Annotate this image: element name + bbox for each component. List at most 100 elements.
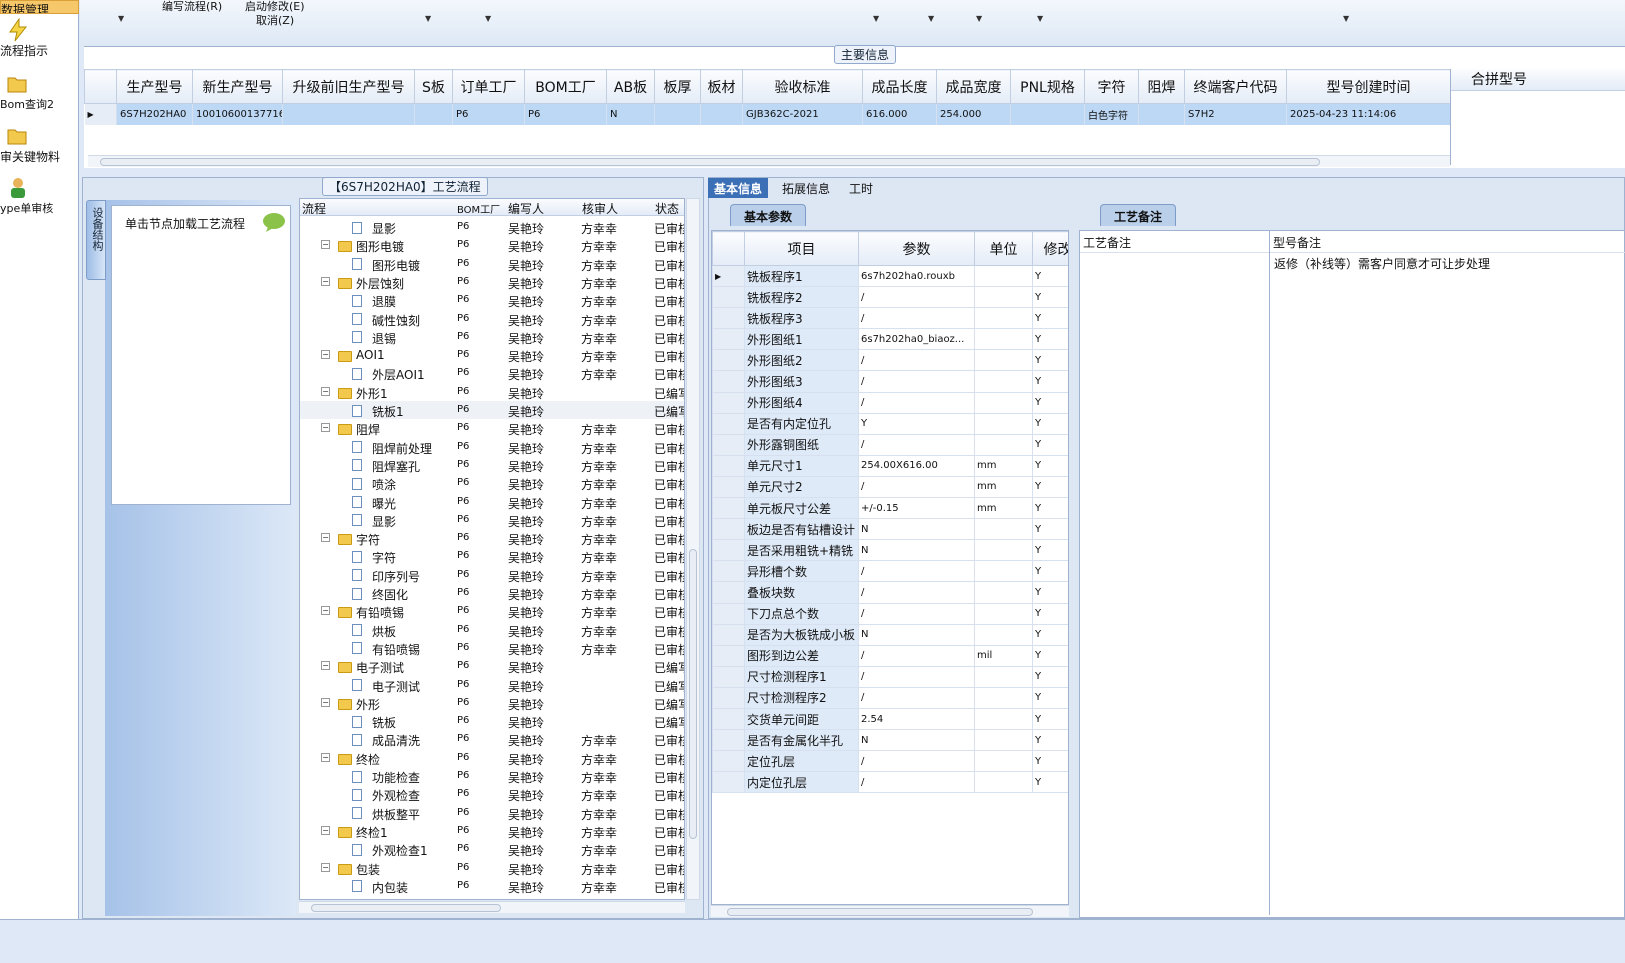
row-indicator[interactable]: ▶ (84, 103, 117, 125)
row-indicator[interactable] (712, 686, 745, 709)
grid-cell[interactable] (654, 103, 701, 125)
param-cell[interactable]: Y (1032, 307, 1068, 330)
col-header[interactable]: 参数 (858, 231, 975, 266)
param-cell[interactable] (974, 370, 1033, 393)
collapse-icon[interactable]: − (321, 862, 330, 872)
param-cell[interactable]: Y (1032, 560, 1068, 583)
tree-row[interactable]: 显影 P6 吴艳玲 方幸幸 已审核 (300, 511, 684, 529)
collapse-icon[interactable]: − (321, 423, 330, 433)
collapse-icon[interactable]: − (321, 661, 330, 671)
collapse-icon[interactable]: − (321, 240, 330, 250)
param-row[interactable]: 下刀点总个数 / Y (712, 602, 1068, 625)
tree-hscrollbar[interactable] (299, 901, 685, 913)
param-cell[interactable]: 外形图纸2 (744, 349, 859, 372)
param-cell[interactable]: Y (1032, 729, 1068, 752)
param-row[interactable]: 异形槽个数 / Y (712, 560, 1068, 583)
param-cell[interactable]: / (858, 560, 975, 583)
row-indicator[interactable] (712, 454, 745, 477)
col-header[interactable]: 项目 (744, 231, 859, 266)
param-cell[interactable]: / (858, 644, 975, 667)
param-cell[interactable]: 是否有金属化半孔 (744, 729, 859, 752)
tab-basic-params[interactable]: 基本参数 (730, 204, 806, 226)
tree-row[interactable]: − 有铅喷锡 P6 吴艳玲 方幸幸 已审核 (300, 602, 684, 620)
grid-cell[interactable]: 6S7H202HA0 (116, 103, 193, 125)
grid-cell[interactable] (414, 103, 453, 125)
param-cell[interactable]: Y (1032, 391, 1068, 414)
main-hscrollbar[interactable] (88, 155, 1450, 167)
param-cell[interactable]: 定位孔层 (744, 750, 859, 773)
param-row[interactable]: 是否采用粗铣+精铣 N Y (712, 539, 1068, 562)
tree-row[interactable]: 退膜 P6 吴艳玲 方幸幸 已审核 (300, 291, 684, 309)
scroll-thumb[interactable] (689, 549, 697, 839)
row-indicator[interactable] (712, 707, 745, 731)
tab-work-hours[interactable]: 工时 (843, 178, 879, 198)
param-cell[interactable]: Y (1032, 475, 1068, 499)
param-cell[interactable]: +/-0.15 (858, 497, 975, 520)
param-cell[interactable] (974, 518, 1033, 541)
collapse-icon[interactable]: − (321, 697, 330, 707)
tree-row[interactable]: − 包装 P6 吴艳玲 方幸幸 已审核 (300, 859, 684, 877)
param-row[interactable]: 单元板尺寸公差 +/-0.15 mm Y (712, 497, 1068, 520)
tab-basic-info[interactable]: 基本信息 (708, 178, 769, 198)
col-header[interactable]: S板 (414, 69, 453, 104)
tree-row[interactable]: 图形电镀 P6 吴艳玲 方幸幸 已审核 (300, 255, 684, 273)
param-cell[interactable]: Y (1032, 412, 1068, 435)
param-cell[interactable]: 异形槽个数 (744, 560, 859, 583)
tree-row[interactable]: 电子测试 P6 吴艳玲 已编写 (300, 676, 684, 694)
param-cell[interactable] (974, 328, 1033, 351)
grid-cell[interactable]: P6 (524, 103, 607, 125)
param-cell[interactable]: mm (974, 497, 1033, 520)
model-note-text[interactable]: 返修（补线等）需客户同意才可让步处理 (1270, 253, 1625, 274)
param-cell[interactable]: 254.00X616.00 (858, 454, 975, 477)
nav-audit[interactable]: ype单审核 (0, 176, 79, 216)
param-cell[interactable]: mm (974, 454, 1033, 477)
param-cell[interactable]: 外形图纸3 (744, 370, 859, 393)
param-cell[interactable]: / (858, 581, 975, 604)
tree-row[interactable]: 退锡 P6 吴艳玲 方幸幸 已审核 (300, 328, 684, 346)
param-cell[interactable]: 6s7h202ha0.rouxb (858, 264, 975, 288)
param-cell[interactable]: 外形图纸1 (744, 328, 859, 351)
col-header[interactable]: AB板 (606, 69, 655, 104)
tree-row[interactable]: 曝光 P6 吴艳玲 方幸幸 已审核 (300, 493, 684, 511)
scroll-thumb[interactable] (311, 904, 501, 912)
chevron-down-icon[interactable]: ▼ (425, 14, 431, 23)
param-cell[interactable] (974, 433, 1033, 456)
param-cell[interactable]: 交货单元间距 (744, 707, 859, 731)
grid-cell[interactable]: 254.000 (936, 103, 1011, 125)
param-cell[interactable]: 内定位孔层 (744, 771, 859, 794)
col-header[interactable]: 板材 (700, 69, 743, 104)
param-cell[interactable]: Y (1032, 454, 1068, 477)
hint-box[interactable]: 单击节点加载工艺流程 (111, 205, 291, 505)
row-indicator[interactable] (712, 328, 745, 351)
param-hscrollbar[interactable] (711, 905, 1069, 917)
param-cell[interactable]: 单元尺寸1 (744, 454, 859, 477)
param-row[interactable]: 外形图纸3/ Y (712, 370, 1068, 393)
param-row[interactable]: 是否为大板铣成小板 N Y (712, 623, 1068, 646)
row-indicator[interactable] (712, 539, 745, 562)
param-cell[interactable]: N (858, 623, 975, 646)
tree-row[interactable]: 铣板1 P6 吴艳玲 已编写 (300, 401, 684, 419)
row-indicator[interactable] (712, 750, 745, 773)
tree-row[interactable]: − 字符 P6 吴艳玲 方幸幸 已审核 (300, 529, 684, 547)
param-cell[interactable]: Y (1032, 771, 1068, 794)
param-cell[interactable] (974, 391, 1033, 414)
grid-cell[interactable]: GJB362C-2021 (742, 103, 863, 125)
param-row[interactable]: 板边是否有钻槽设计 N Y (712, 518, 1068, 541)
param-cell[interactable]: Y (1032, 370, 1068, 393)
row-indicator[interactable] (712, 771, 745, 794)
tree-vscrollbar[interactable] (686, 198, 700, 900)
param-cell[interactable] (974, 581, 1033, 604)
tree-row[interactable]: 烘板 P6 吴艳玲 方幸幸 已审核 (300, 621, 684, 639)
param-cell[interactable]: 铣板程序2 (744, 286, 859, 309)
param-cell[interactable]: 尺寸检测程序2 (744, 686, 859, 709)
tree-row[interactable]: 阻焊塞孔 P6 吴艳玲 方幸幸 已审核 (300, 456, 684, 474)
tree-row[interactable]: − 图形电镀 P6 吴艳玲 方幸幸 已审核 (300, 236, 684, 254)
param-cell[interactable] (974, 602, 1033, 625)
param-row[interactable]: 内定位孔层 / Y (712, 771, 1068, 794)
param-cell[interactable]: / (858, 771, 975, 794)
tree-row[interactable]: 终固化 P6 吴艳玲 方幸幸 已审核 (300, 584, 684, 602)
tree-row[interactable]: − 外层蚀刻 P6 吴艳玲 方幸幸 已审核 (300, 273, 684, 291)
param-cell[interactable]: Y (1032, 581, 1068, 604)
param-row[interactable]: 尺寸检测程序2/ Y (712, 686, 1068, 709)
row-indicator[interactable] (712, 729, 745, 752)
